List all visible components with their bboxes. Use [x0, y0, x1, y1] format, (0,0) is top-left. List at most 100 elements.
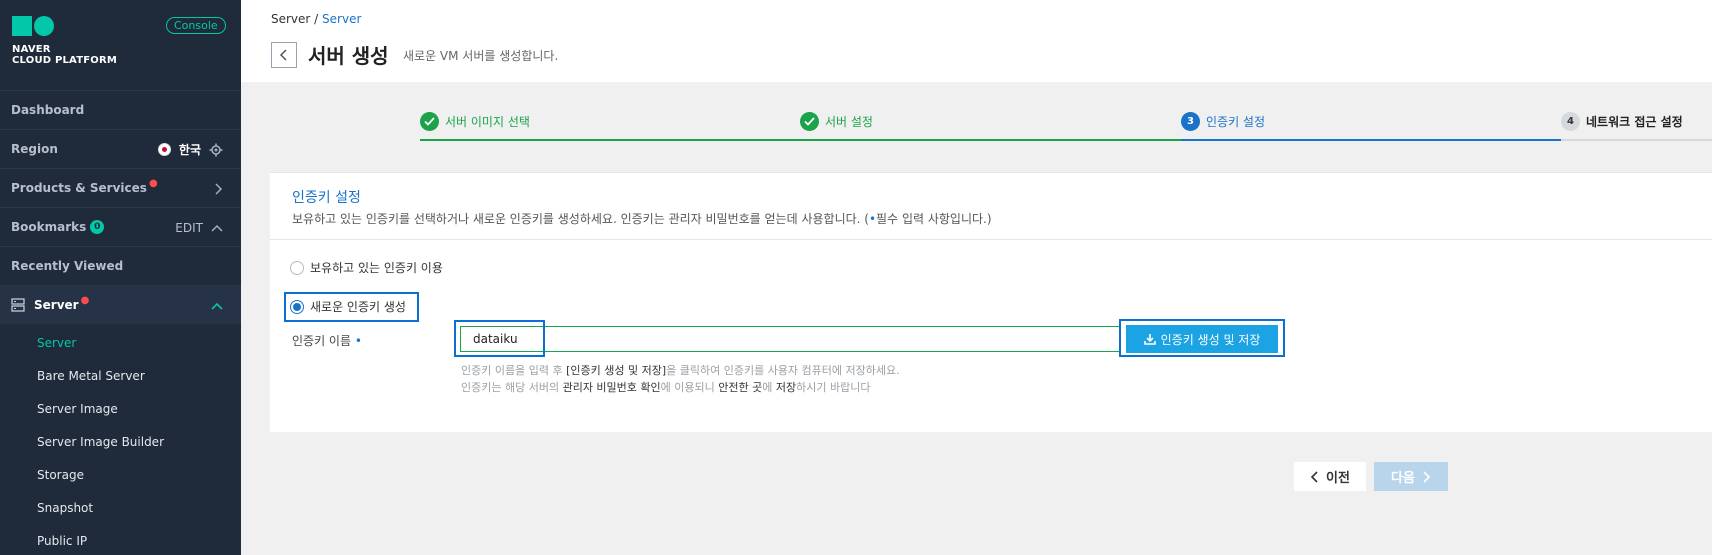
- sidebar-item-label: Dashboard: [11, 103, 85, 117]
- key-name-label: 인증키 이름 •: [292, 332, 362, 349]
- radio-existing-key[interactable]: 보유하고 있는 인증키 이용: [290, 259, 443, 276]
- logo-line1: NAVER: [12, 44, 51, 55]
- sidebar-sub-server-image[interactable]: Server Image: [37, 402, 118, 416]
- radio-label: 보유하고 있는 인증키 이용: [310, 261, 443, 275]
- previous-button[interactable]: 이전: [1294, 462, 1366, 491]
- step-network-access[interactable]: 4 네트워크 접근 설정: [1561, 112, 1683, 131]
- sidebar-sub-server-image-builder[interactable]: Server Image Builder: [37, 435, 164, 449]
- step-progress-line: [1181, 139, 1561, 141]
- step-label: 인증키 설정: [1206, 115, 1266, 129]
- sidebar-item-label: Products & Services: [11, 181, 147, 195]
- region-value: 한국: [178, 143, 201, 157]
- step-label: 서버 설정: [825, 115, 873, 129]
- sidebar-item-bookmarks[interactable]: Bookmarks 0 EDIT: [0, 207, 241, 246]
- step-progress-line: [800, 139, 1181, 141]
- new-dot: ●: [148, 177, 158, 189]
- desc-text: 보유하고 있는 인증키를 선택하거나 새로운 인증키를 생성하세요. 인증키는 …: [292, 212, 869, 226]
- sidebar-item-label: Region: [11, 142, 58, 156]
- required-dot: •: [354, 334, 362, 348]
- check-icon: [800, 112, 819, 131]
- sidebar-item-label: Recently Viewed: [11, 259, 124, 273]
- hint-emphasis: 안전한 곳: [718, 381, 763, 394]
- radio-new-key[interactable]: 새로운 인증키 생성: [290, 298, 406, 315]
- divider: [270, 239, 1712, 240]
- sidebar-item-server[interactable]: Server ●: [0, 285, 241, 324]
- auth-key-card: 인증키 설정 보유하고 있는 인증키를 선택하거나 새로운 인증키를 생성하세요…: [270, 172, 1712, 432]
- breadcrumb-current[interactable]: Server: [322, 12, 361, 26]
- sidebar-item-region[interactable]: Region 한국: [0, 129, 241, 168]
- step-server-settings[interactable]: 서버 설정: [800, 112, 873, 131]
- step-server-image[interactable]: 서버 이미지 선택: [420, 112, 530, 131]
- sidebar-sub-public-ip[interactable]: Public IP: [37, 534, 87, 548]
- step-auth-key[interactable]: 3 인증키 설정: [1181, 112, 1265, 131]
- hint-text: 에: [762, 381, 776, 394]
- hint-emphasis: 저장: [775, 381, 797, 394]
- breadcrumb-root[interactable]: Server /: [271, 12, 318, 26]
- back-button[interactable]: [271, 42, 297, 68]
- step-progress-line: [1561, 139, 1712, 141]
- sidebar-sub-server[interactable]: Server: [37, 336, 76, 350]
- sidebar-item-label: Bookmarks: [11, 220, 87, 234]
- hint-text: 을 클릭하여 인증키를 사용자 컴퓨터에 저장하세요.: [666, 364, 900, 377]
- page-title: 서버 생성: [308, 44, 389, 68]
- breadcrumb: Server / Server: [271, 12, 361, 26]
- button-label: 이전: [1326, 471, 1350, 486]
- logo-line2: CLOUD PLATFORM: [12, 55, 118, 66]
- console-badge[interactable]: Console: [166, 17, 226, 34]
- highlight-box: [454, 320, 545, 357]
- sidebar-sub-storage[interactable]: Storage: [37, 468, 84, 482]
- hint-text: 하시기 바랍니다: [796, 381, 871, 394]
- gear-icon[interactable]: [209, 143, 223, 157]
- hint-line-2: 인증키는 해당 서버의 관리자 비밀번호 확인에 이용되니 안전한 곳에 저장하…: [461, 379, 870, 395]
- chevron-right-icon: [1423, 470, 1431, 483]
- sidebar-item-label: Server: [34, 298, 79, 312]
- logo-text: NAVER CLOUD PLATFORM: [12, 44, 117, 66]
- chevron-up-icon[interactable]: [211, 301, 223, 311]
- sidebar-item-products[interactable]: Products & Services ●: [0, 168, 241, 207]
- field-label-text: 인증키 이름: [292, 334, 352, 348]
- bookmarks-edit-button[interactable]: EDIT: [175, 221, 203, 235]
- required-dot: •: [868, 212, 877, 226]
- step-number: 3: [1181, 112, 1200, 131]
- page-header: Server / Server 서버 생성 새로운 VM 서버를 생성합니다.: [241, 0, 1712, 82]
- hint-text: 인증키는 해당 서버의: [461, 381, 563, 394]
- next-button[interactable]: 다음: [1374, 462, 1448, 491]
- chevron-right-icon: [215, 182, 223, 195]
- sidebar: NAVER CLOUD PLATFORM Console Dashboard R…: [0, 0, 241, 555]
- naver-logo-icon: [12, 16, 56, 36]
- page-subtitle: 새로운 VM 서버를 생성합니다.: [403, 49, 559, 63]
- korea-flag-icon: [157, 143, 171, 156]
- radio-button[interactable]: [290, 260, 304, 275]
- new-dot: ●: [80, 294, 90, 306]
- sidebar-sub-snapshot[interactable]: Snapshot: [37, 501, 93, 515]
- key-name-input[interactable]: [460, 326, 1120, 352]
- step-number: 4: [1561, 112, 1580, 131]
- download-icon: [1143, 334, 1156, 345]
- chevron-up-icon[interactable]: [211, 223, 223, 233]
- hint-text: 에 이용되니: [660, 381, 719, 394]
- bookmarks-count-badge: 0: [90, 220, 105, 234]
- sidebar-item-dashboard[interactable]: Dashboard: [0, 90, 241, 129]
- logo-area: NAVER CLOUD PLATFORM Console: [0, 0, 241, 84]
- button-label: 인증키 생성 및 저장: [1160, 332, 1261, 347]
- step-progress-line: [420, 139, 800, 141]
- server-icon: [11, 298, 25, 312]
- button-label: 다음: [1391, 471, 1415, 486]
- chevron-left-icon: [279, 49, 287, 61]
- card-title: 인증키 설정: [292, 190, 361, 206]
- hint-emphasis: 관리자 비밀번호 확인: [562, 381, 661, 394]
- hint-text: 인증키 이름을 입력 후: [461, 364, 567, 377]
- sidebar-item-recently-viewed[interactable]: Recently Viewed: [0, 246, 241, 285]
- hint-emphasis: [인증키 생성 및 저장]: [566, 364, 667, 377]
- sidebar-sub-bare-metal-server[interactable]: Bare Metal Server: [37, 369, 145, 383]
- desc-text: 필수 입력 사항입니다.): [876, 212, 992, 226]
- chevron-left-icon: [1310, 470, 1318, 483]
- step-label: 네트워크 접근 설정: [1586, 115, 1683, 129]
- generate-and-save-key-button[interactable]: 인증키 생성 및 저장: [1126, 325, 1278, 353]
- step-label: 서버 이미지 선택: [445, 115, 530, 129]
- card-description: 보유하고 있는 인증키를 선택하거나 새로운 인증키를 생성하세요. 인증키는 …: [292, 210, 992, 227]
- radio-button[interactable]: [290, 299, 304, 314]
- check-icon: [420, 112, 439, 131]
- radio-label: 새로운 인증키 생성: [310, 300, 406, 314]
- hint-line-1: 인증키 이름을 입력 후 [인증키 생성 및 저장]을 클릭하여 인증키를 사용…: [461, 362, 900, 378]
